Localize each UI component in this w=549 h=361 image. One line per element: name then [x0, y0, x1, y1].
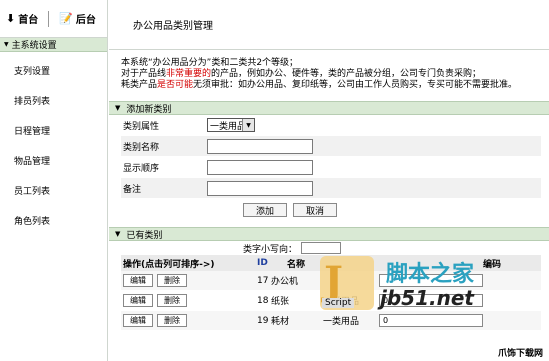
category-list: 类字小写向： 操作(点击列可排序->) ID 名称 编码 编辑 删除 17 办公… — [121, 241, 541, 331]
sidebar-item-schedule[interactable]: 日程管理 — [14, 122, 107, 142]
home-arrow-icon: ⬇ — [6, 12, 16, 25]
list-rows: 编辑 删除 17 办公机 编辑 删除 18 纸张 一类用品 0 编辑 删除 19… — [121, 271, 541, 331]
page-title: 办公用品类别管理 — [133, 21, 213, 32]
note-text: 无须审批：如办公用品、复印纸等，公司由工作人员购买，专买可能不需要批准。 — [193, 80, 518, 90]
list-section-title: 已有类别 — [126, 230, 163, 241]
order-input[interactable] — [207, 159, 313, 175]
cancel-button[interactable]: 取消 — [293, 203, 338, 217]
category-select[interactable]: 一类用品 ▼ — [207, 118, 255, 132]
delete-button[interactable]: 删除 — [157, 274, 187, 287]
table-row: 编辑 删除 19 耗材 一类用品 0 — [121, 311, 541, 331]
row-name: 办公机 — [271, 277, 299, 287]
note-line-2: 对于产品线非常重要的的产品，例如办公、硬件等，类的产品被分组，公司专门负责采购； — [121, 69, 549, 80]
sidebar-item-items[interactable]: 物品管理 — [14, 152, 107, 172]
name-input[interactable] — [207, 138, 313, 154]
form-row-category: 类别属性 一类用品 ▼ — [121, 115, 541, 136]
header-code[interactable]: 编码 — [483, 257, 523, 270]
backend-label: 后台 — [75, 15, 96, 26]
note-label: 备注 — [123, 184, 142, 195]
edit-button[interactable]: 编辑 — [123, 314, 153, 327]
form-row-name: 类别名称 — [121, 136, 541, 157]
row-id: 17 — [257, 275, 269, 286]
delete-button[interactable]: 删除 — [157, 314, 187, 327]
order-label: 显示顺序 — [123, 163, 160, 174]
sidebar-section-header[interactable]: ▼ 主系统设置 — [0, 38, 107, 52]
page-title-bar: 办公用品类别管理 — [109, 0, 549, 50]
delete-button[interactable]: 删除 — [157, 294, 187, 307]
sidebar-section-label: 主系统设置 — [11, 41, 57, 51]
row-actions: 编辑 删除 — [121, 274, 257, 287]
row-actions: 编辑 删除 — [121, 314, 257, 327]
row-attr: 一类用品 — [323, 317, 360, 327]
home-label: 首台 — [18, 15, 39, 26]
header-id[interactable]: ID — [257, 258, 287, 268]
table-row: 编辑 删除 17 办公机 — [121, 271, 541, 291]
sort-label: 类字小写向： — [243, 244, 298, 255]
category-label: 类别属性 — [123, 121, 160, 132]
collapse-chevron-icon: ▼ — [115, 104, 121, 112]
row-value-input[interactable]: 0 — [379, 294, 483, 307]
note-text: 耗类产品 — [121, 80, 158, 90]
sidebar-item-column-settings[interactable]: 支列设置 — [14, 62, 107, 82]
note-input[interactable] — [207, 180, 313, 196]
sidebar-item-roles[interactable]: 角色列表 — [14, 212, 107, 232]
header-name[interactable]: 名称 — [287, 257, 483, 270]
collapse-triangle-icon: ▼ — [4, 41, 9, 48]
header-ops[interactable]: 操作(点击列可排序->) — [121, 257, 257, 270]
add-section-title: 添加新类别 — [126, 104, 172, 115]
note-text: 的产品，例如办公、硬件等，类的产品被分组，公司专门负责采购； — [211, 69, 482, 79]
row-name: 耗材 — [271, 317, 290, 327]
table-row: 编辑 删除 18 纸张 一类用品 0 — [121, 291, 541, 311]
sidebar-item-staff-list[interactable]: 排员列表 — [14, 92, 107, 112]
dropdown-arrow-icon: ▼ — [242, 119, 254, 131]
instructions: 本系统“办公用品分为”类和二类共2个等级； 对于产品线非常重要的的产品，例如办公… — [121, 58, 549, 91]
note-line-1: 本系统“办公用品分为”类和二类共2个等级； — [121, 58, 299, 68]
main-panel: 办公用品类别管理 本系统“办公用品分为”类和二类共2个等级； 对于产品线非常重要… — [109, 0, 549, 361]
sidebar-item-employees[interactable]: 员工列表 — [14, 182, 107, 202]
note-line-3: 耗类产品是否可能无须审批：如办公用品、复印纸等，公司由工作人员购买，专买可能不需… — [121, 80, 549, 91]
row-value-input[interactable] — [379, 274, 483, 287]
form-buttons: 添加 取消 — [121, 199, 541, 221]
row-id: 19 — [257, 315, 269, 326]
form-row-order: 显示顺序 — [121, 157, 541, 178]
note-highlight: 非常重要的 — [166, 69, 212, 79]
sort-bar: 类字小写向： — [121, 241, 541, 255]
note-highlight: 是否可能 — [157, 80, 194, 90]
list-header: 操作(点击列可排序->) ID 名称 编码 — [121, 255, 541, 271]
backend-button[interactable]: 📝 后台 — [55, 9, 100, 29]
top-navigation: ⬇ 首台 📝 后台 — [0, 0, 107, 38]
row-attr: 一类用品 — [323, 297, 360, 307]
sidebar-menu: 支列设置 排员列表 日程管理 物品管理 员工列表 角色列表 — [0, 62, 107, 232]
notepad-icon: 📝 — [59, 12, 73, 25]
row-actions: 编辑 删除 — [121, 294, 257, 307]
row-id: 18 — [257, 295, 269, 306]
sort-select[interactable] — [301, 242, 342, 254]
corner-watermark: 爪饰下载网 — [497, 349, 543, 359]
row-value-input[interactable]: 0 — [379, 314, 483, 327]
note-text: 对于产品线 — [121, 69, 167, 79]
add-category-form: 类别属性 一类用品 ▼ 类别名称 显示顺序 备注 添加 取消 — [121, 115, 541, 221]
sidebar: ⬇ 首台 📝 后台 ▼ 主系统设置 支列设置 排员列表 日程管理 物品管理 员工… — [0, 0, 108, 361]
collapse-chevron-icon: ▼ — [115, 230, 121, 238]
list-section-header[interactable]: ▼ 已有类别 — [109, 227, 549, 241]
add-button[interactable]: 添加 — [243, 203, 288, 217]
category-select-value: 一类用品 — [210, 121, 247, 132]
row-name: 纸张 — [271, 297, 290, 307]
edit-button[interactable]: 编辑 — [123, 294, 153, 307]
form-row-note: 备注 — [121, 178, 541, 199]
add-section-header[interactable]: ▼ 添加新类别 — [109, 101, 549, 115]
home-button[interactable]: ⬇ 首台 — [2, 9, 42, 29]
edit-button[interactable]: 编辑 — [123, 274, 153, 287]
name-label: 类别名称 — [123, 142, 160, 153]
nav-divider — [48, 10, 50, 27]
